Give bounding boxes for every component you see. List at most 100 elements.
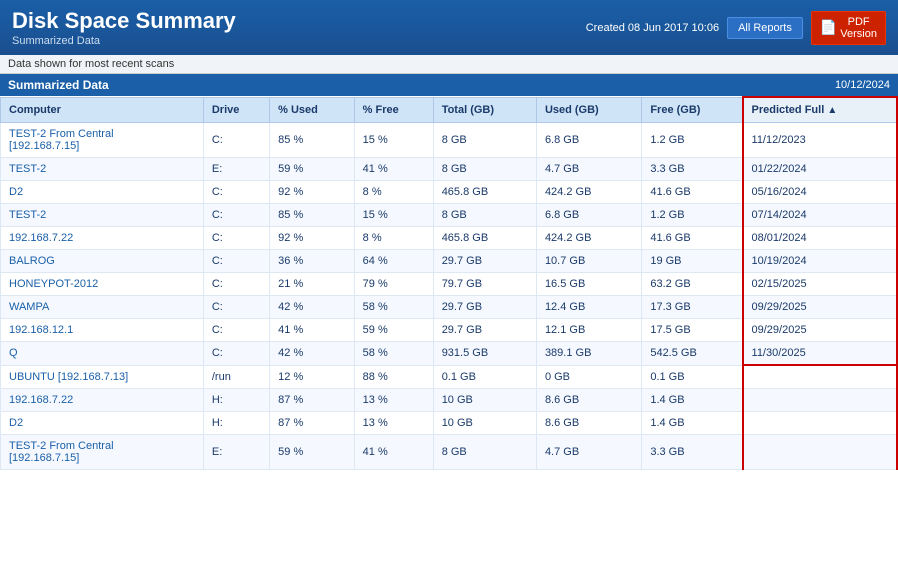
cell-used_gb: 8.6 GB: [536, 388, 641, 411]
table-row: TEST-2 From Central[192.168.7.15]C:85 %1…: [1, 123, 898, 158]
cell-drive: C:: [203, 123, 269, 158]
cell-free_gb: 17.5 GB: [642, 319, 743, 342]
header-subtitle: Summarized Data: [12, 35, 236, 47]
col-free-gb[interactable]: Free (GB): [642, 97, 743, 123]
col-drive[interactable]: Drive: [203, 97, 269, 123]
cell-computer[interactable]: HONEYPOT-2012: [1, 273, 204, 296]
created-info: Created 08 Jun 2017 10:06: [586, 22, 719, 34]
cell-predicted_full: 10/19/2024: [743, 250, 897, 273]
cell-pct_free: 15 %: [354, 204, 433, 227]
cell-free_gb: 1.4 GB: [642, 411, 743, 434]
table-row: 192.168.7.22H:87 %13 %10 GB8.6 GB1.4 GB: [1, 388, 898, 411]
cell-predicted_full: [743, 411, 897, 434]
cell-used_gb: 4.7 GB: [536, 434, 641, 469]
all-reports-button[interactable]: All Reports: [727, 17, 803, 39]
table-row: TEST-2 From Central[192.168.7.15]E:59 %4…: [1, 434, 898, 469]
cell-free_gb: 3.3 GB: [642, 434, 743, 469]
header-row: Computer Drive % Used % Free Total (GB) …: [1, 97, 898, 123]
col-total-gb[interactable]: Total (GB): [433, 97, 536, 123]
col-used-gb[interactable]: Used (GB): [536, 97, 641, 123]
cell-predicted_full: 11/30/2025: [743, 342, 897, 366]
cell-pct_free: 8 %: [354, 227, 433, 250]
cell-computer[interactable]: D2: [1, 181, 204, 204]
cell-pct_used: 92 %: [270, 227, 355, 250]
section-date: 10/12/2024: [835, 79, 890, 91]
cell-total_gb: 29.7 GB: [433, 296, 536, 319]
cell-free_gb: 0.1 GB: [642, 365, 743, 388]
cell-computer[interactable]: BALROG: [1, 250, 204, 273]
cell-computer[interactable]: D2: [1, 411, 204, 434]
cell-computer[interactable]: TEST-2 From Central[192.168.7.15]: [1, 434, 204, 469]
cell-free_gb: 41.6 GB: [642, 227, 743, 250]
cell-pct_free: 79 %: [354, 273, 433, 296]
cell-used_gb: 8.6 GB: [536, 411, 641, 434]
col-pct-used[interactable]: % Used: [270, 97, 355, 123]
table-container: Computer Drive % Used % Free Total (GB) …: [0, 96, 898, 470]
cell-used_gb: 389.1 GB: [536, 342, 641, 366]
cell-total_gb: 10 GB: [433, 411, 536, 434]
cell-used_gb: 4.7 GB: [536, 158, 641, 181]
cell-computer[interactable]: 192.168.7.22: [1, 227, 204, 250]
sort-arrow-up: ▲: [827, 105, 837, 116]
subheader-notice: Data shown for most recent scans: [8, 58, 174, 70]
cell-pct_free: 15 %: [354, 123, 433, 158]
cell-predicted_full: [743, 388, 897, 411]
pdf-button[interactable]: 📄 PDFVersion: [811, 11, 886, 45]
col-computer[interactable]: Computer: [1, 97, 204, 123]
cell-predicted_full: [743, 434, 897, 469]
header-left: Disk Space Summary Summarized Data: [12, 8, 236, 47]
table-row: 192.168.7.22C:92 %8 %465.8 GB424.2 GB41.…: [1, 227, 898, 250]
cell-computer[interactable]: 192.168.7.22: [1, 388, 204, 411]
col-pct-free[interactable]: % Free: [354, 97, 433, 123]
cell-predicted_full: 02/15/2025: [743, 273, 897, 296]
table-row: QC:42 %58 %931.5 GB389.1 GB542.5 GB11/30…: [1, 342, 898, 366]
cell-free_gb: 1.4 GB: [642, 388, 743, 411]
col-predicted-full[interactable]: Predicted Full ▲: [743, 97, 897, 123]
cell-computer[interactable]: WAMPA: [1, 296, 204, 319]
cell-pct_free: 13 %: [354, 411, 433, 434]
cell-predicted_full: 09/29/2025: [743, 296, 897, 319]
cell-free_gb: 19 GB: [642, 250, 743, 273]
cell-used_gb: 12.4 GB: [536, 296, 641, 319]
cell-pct_used: 12 %: [270, 365, 355, 388]
cell-total_gb: 931.5 GB: [433, 342, 536, 366]
cell-free_gb: 542.5 GB: [642, 342, 743, 366]
cell-total_gb: 8 GB: [433, 158, 536, 181]
cell-drive: C:: [203, 296, 269, 319]
cell-total_gb: 29.7 GB: [433, 250, 536, 273]
cell-computer[interactable]: TEST-2: [1, 158, 204, 181]
cell-pct_used: 41 %: [270, 319, 355, 342]
cell-computer[interactable]: UBUNTU [192.168.7.13]: [1, 365, 204, 388]
cell-predicted_full: [743, 365, 897, 388]
table-row: TEST-2C:85 %15 %8 GB6.8 GB1.2 GB07/14/20…: [1, 204, 898, 227]
cell-pct_free: 88 %: [354, 365, 433, 388]
cell-used_gb: 0 GB: [536, 365, 641, 388]
cell-pct_used: 85 %: [270, 123, 355, 158]
cell-computer[interactable]: 192.168.12.1: [1, 319, 204, 342]
cell-free_gb: 63.2 GB: [642, 273, 743, 296]
cell-pct_used: 21 %: [270, 273, 355, 296]
table-header: Computer Drive % Used % Free Total (GB) …: [1, 97, 898, 123]
cell-drive: H:: [203, 388, 269, 411]
pdf-icon: 📄: [820, 19, 837, 36]
cell-drive: C:: [203, 342, 269, 366]
cell-predicted_full: 08/01/2024: [743, 227, 897, 250]
table-row: D2C:92 %8 %465.8 GB424.2 GB41.6 GB05/16/…: [1, 181, 898, 204]
section-title-bar: Summarized Data 10/12/2024: [0, 74, 898, 96]
page-title: Disk Space Summary: [12, 8, 236, 34]
cell-pct_used: 92 %: [270, 181, 355, 204]
cell-computer[interactable]: TEST-2 From Central[192.168.7.15]: [1, 123, 204, 158]
cell-predicted_full: 09/29/2025: [743, 319, 897, 342]
table-row: WAMPAC:42 %58 %29.7 GB12.4 GB17.3 GB09/2…: [1, 296, 898, 319]
cell-computer[interactable]: Q: [1, 342, 204, 366]
cell-computer[interactable]: TEST-2: [1, 204, 204, 227]
cell-predicted_full: 11/12/2023: [743, 123, 897, 158]
cell-used_gb: 424.2 GB: [536, 227, 641, 250]
cell-pct_used: 36 %: [270, 250, 355, 273]
cell-pct_used: 59 %: [270, 434, 355, 469]
cell-free_gb: 1.2 GB: [642, 123, 743, 158]
cell-predicted_full: 07/14/2024: [743, 204, 897, 227]
cell-pct_used: 87 %: [270, 411, 355, 434]
cell-drive: C:: [203, 273, 269, 296]
cell-pct_free: 41 %: [354, 434, 433, 469]
